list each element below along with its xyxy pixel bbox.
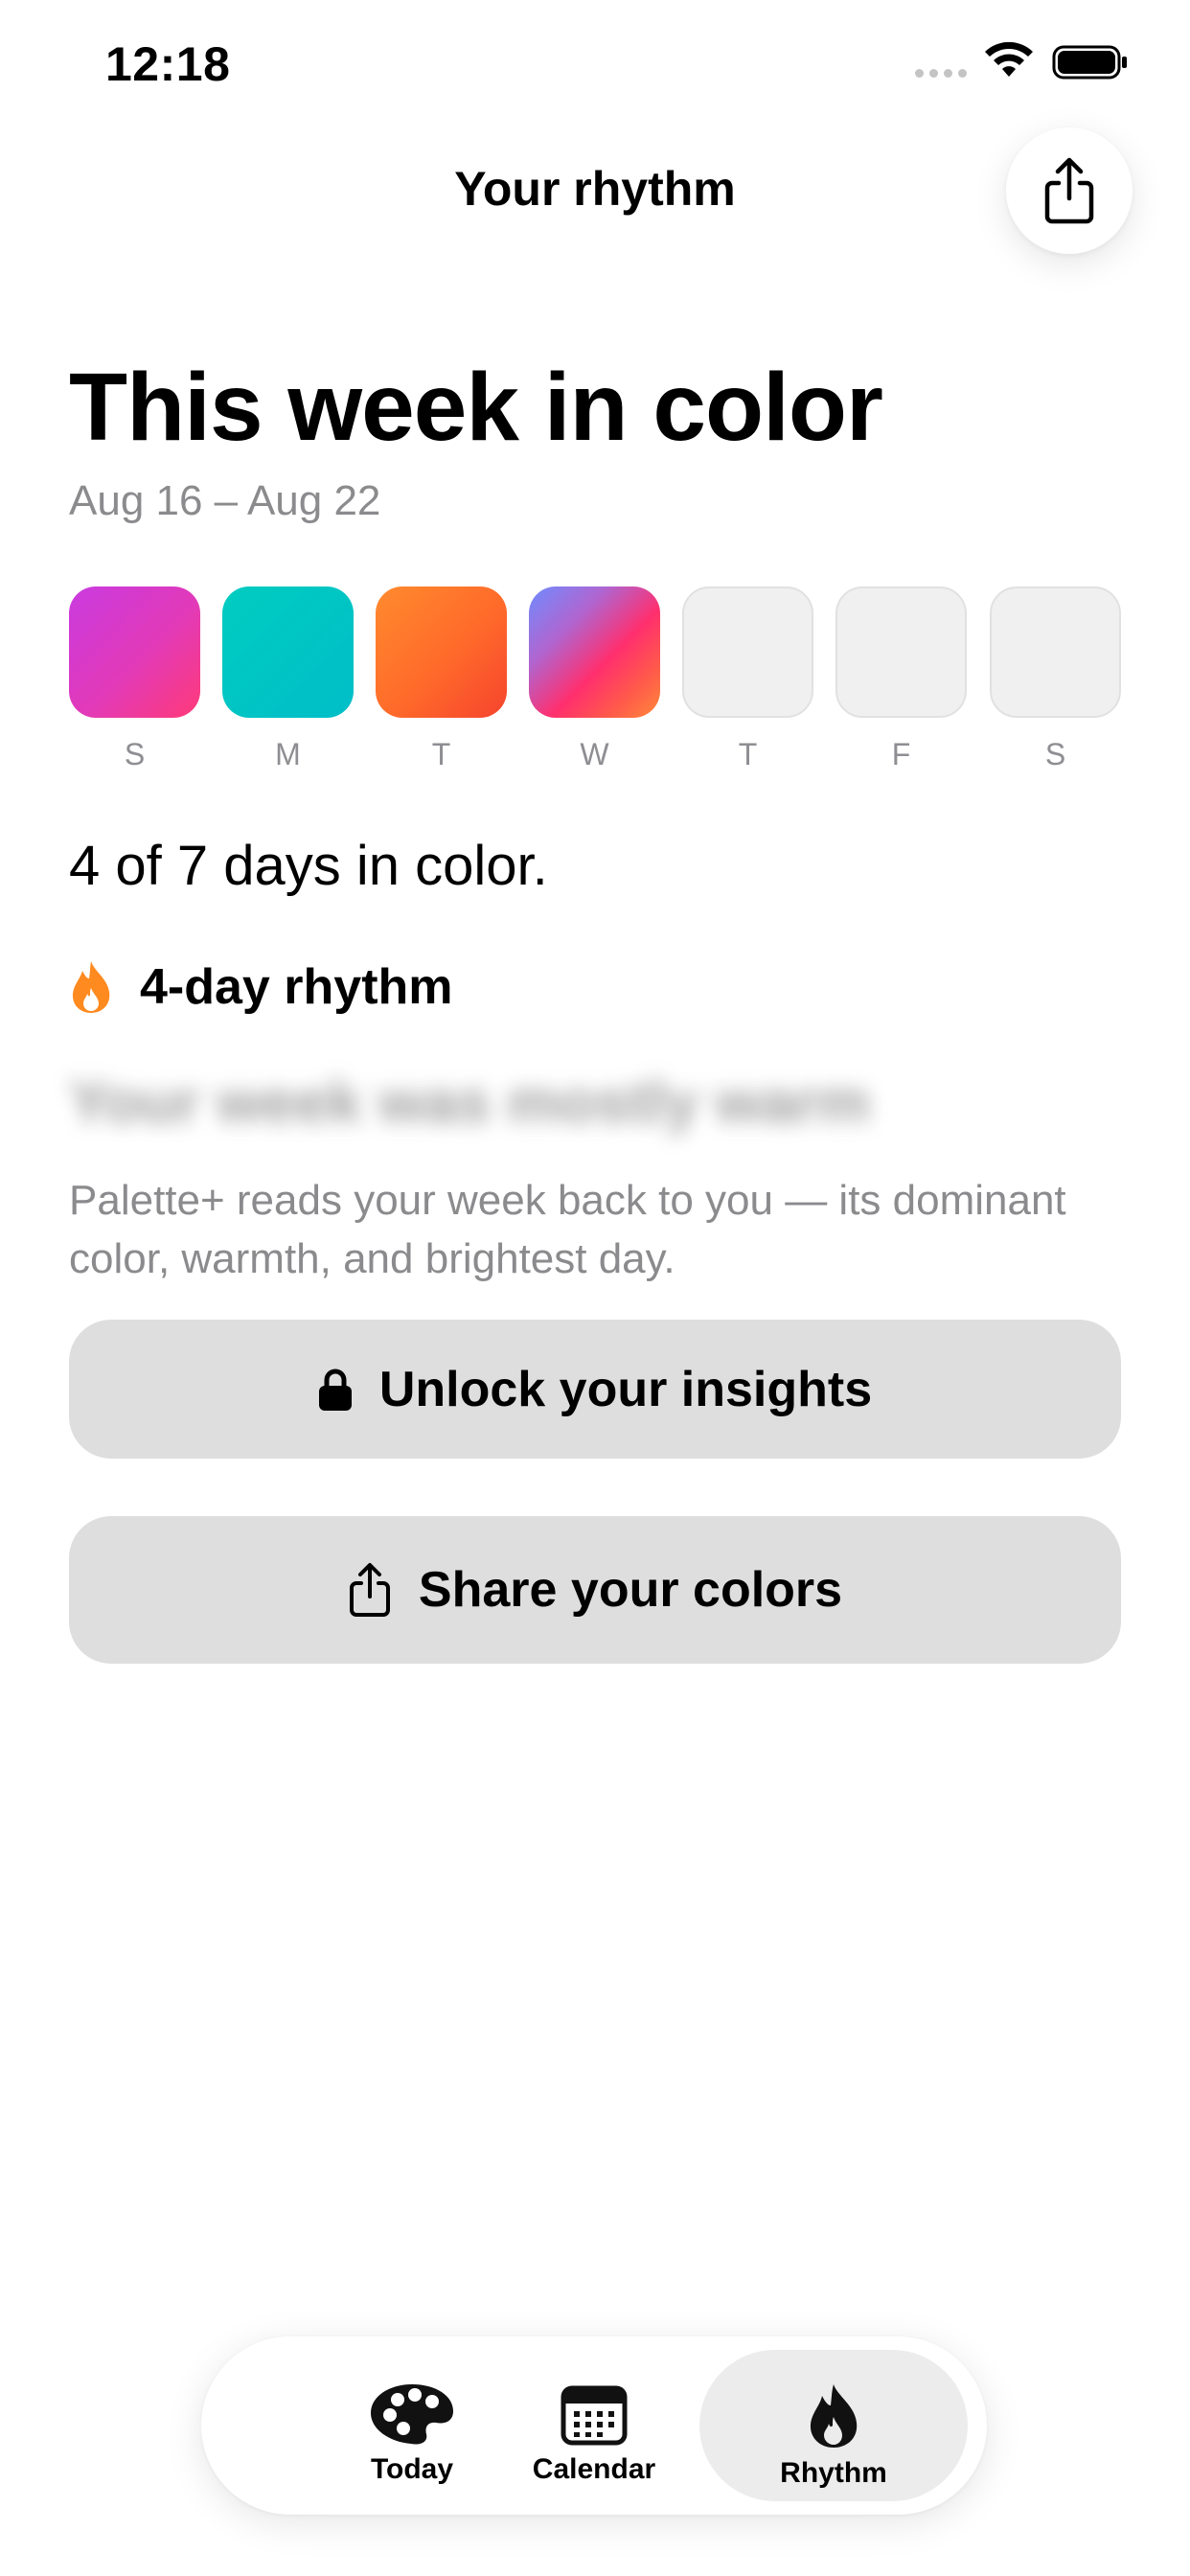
day-thursday[interactable]: T — [682, 586, 813, 772]
day-sunday[interactable]: S — [69, 586, 200, 772]
share-colors-label: Share your colors — [418, 1562, 843, 1618]
lock-icon — [318, 1368, 352, 1411]
day-friday[interactable]: F — [835, 586, 967, 772]
empty-swatch — [835, 586, 967, 718]
share-icon — [349, 1563, 390, 1617]
week-color-row: S M T W T F S — [69, 586, 1121, 778]
day-saturday[interactable]: S — [990, 586, 1121, 772]
day-letter: M — [275, 737, 301, 771]
battery-icon — [1052, 45, 1127, 80]
tab-bar: Today Calendar Rhythm — [201, 2336, 987, 2515]
date-range: Aug 16 – Aug 22 — [69, 477, 381, 524]
calendar-icon — [561, 2385, 628, 2446]
share-top-button[interactable] — [1006, 127, 1133, 254]
share-icon — [1044, 157, 1094, 224]
color-swatch — [529, 586, 660, 718]
color-swatch — [376, 586, 507, 718]
day-letter: W — [580, 737, 609, 771]
day-letter: T — [738, 737, 758, 771]
day-letter: S — [124, 737, 146, 771]
day-letter: S — [1044, 737, 1066, 771]
rhythm-label: 4-day rhythm — [140, 959, 453, 1015]
color-swatch — [222, 586, 354, 718]
tab-label: Rhythm — [780, 2457, 887, 2489]
cellular-signal-icon — [915, 69, 967, 78]
headline: This week in color — [69, 354, 883, 461]
share-colors-button[interactable]: Share your colors — [69, 1516, 1121, 1664]
flame-icon — [72, 961, 110, 1013]
rhythm-streak: 4-day rhythm — [69, 956, 453, 1018]
wifi-icon — [985, 42, 1033, 77]
days-summary: 4 of 7 days in color. — [69, 835, 548, 897]
palette-icon — [371, 2384, 453, 2445]
unlock-insights-label: Unlock your insights — [378, 1361, 873, 1417]
day-letter: T — [431, 737, 451, 771]
status-time: 12:18 — [105, 37, 231, 91]
status-bar: 12:18 — [0, 0, 1190, 134]
empty-swatch — [990, 586, 1121, 718]
color-swatch — [69, 586, 200, 718]
flame-icon — [810, 2384, 858, 2448]
day-tuesday[interactable]: T — [376, 586, 507, 772]
blurred-insight-preview: Your week was mostly warm — [69, 1070, 871, 1136]
tab-label: Calendar — [532, 2453, 656, 2485]
unlock-insights-button[interactable]: Unlock your insights — [69, 1320, 1121, 1459]
day-wednesday[interactable]: W — [529, 586, 660, 772]
tab-rhythm[interactable]: Rhythm — [699, 2350, 968, 2501]
insights-explanation: Palette+ reads your week back to you — i… — [69, 1177, 1066, 1282]
tab-label: Today — [370, 2453, 454, 2485]
empty-swatch — [682, 586, 813, 718]
tab-calendar[interactable]: Calendar — [460, 2350, 728, 2501]
day-monday[interactable]: M — [222, 586, 354, 772]
day-letter: F — [891, 737, 911, 771]
